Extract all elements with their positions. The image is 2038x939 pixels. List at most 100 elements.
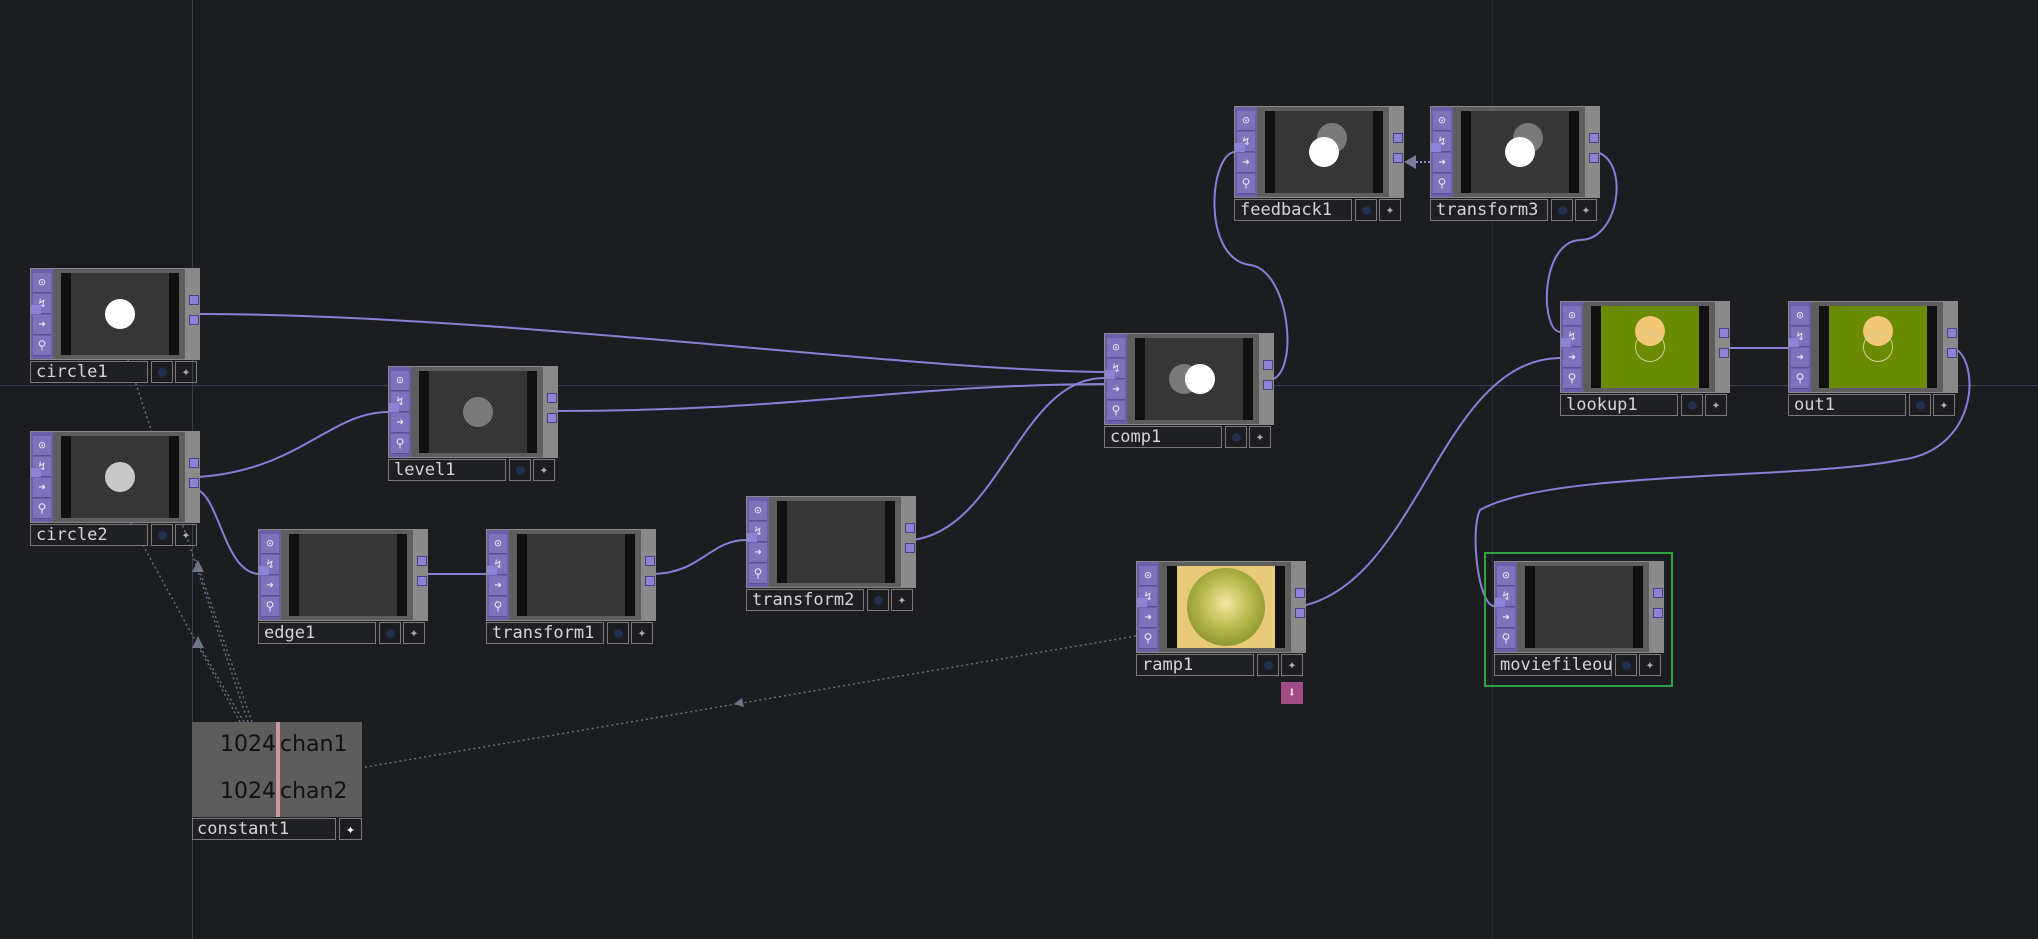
transform3-body[interactable]: ⊙ ↯ ➜ ⚲ xyxy=(1430,106,1600,198)
display-flag-icon[interactable] xyxy=(1615,654,1637,676)
lock-icon[interactable]: ⚲ xyxy=(261,597,279,617)
display-flag-icon[interactable] xyxy=(607,622,629,644)
node-name-label[interactable]: transform3 xyxy=(1430,199,1548,221)
edge1-node[interactable]: ⊙ ↯ ➜ ⚲ edge1 ✦ xyxy=(258,529,428,647)
lock-icon[interactable]: ⚲ xyxy=(489,597,507,617)
node-viewer[interactable] xyxy=(517,534,635,616)
node-viewer[interactable] xyxy=(1819,306,1937,388)
bypass-icon[interactable]: ➜ xyxy=(391,413,409,433)
bypass-icon[interactable]: ➜ xyxy=(1791,348,1809,368)
lock-icon[interactable]: ⚲ xyxy=(33,336,51,356)
lock-icon[interactable]: ⚲ xyxy=(1497,629,1515,649)
output-connector[interactable] xyxy=(1263,380,1273,390)
bypass-icon[interactable]: ➜ xyxy=(1139,608,1157,628)
render-flag-icon[interactable]: ✦ xyxy=(1281,654,1303,676)
lock-icon[interactable]: ⚲ xyxy=(1107,401,1125,421)
feedback1-body[interactable]: ⊙ ↯ ➜ ⚲ xyxy=(1234,106,1404,198)
bypass-icon[interactable]: ➜ xyxy=(1497,608,1515,628)
comp1-body[interactable]: ⊙ ↯ ➜ ⚲ xyxy=(1104,333,1274,425)
output-connector[interactable] xyxy=(1653,608,1663,618)
render-flag-icon[interactable]: ✦ xyxy=(1705,394,1727,416)
node-viewer[interactable] xyxy=(1461,111,1579,193)
output-connector[interactable] xyxy=(417,556,427,566)
output-connector[interactable] xyxy=(1393,153,1403,163)
output-connector[interactable] xyxy=(1589,153,1599,163)
node-name-label[interactable]: constant1 xyxy=(192,818,336,840)
node-viewer[interactable] xyxy=(61,436,179,518)
render-flag-icon[interactable]: ✦ xyxy=(631,622,653,644)
input-connector[interactable] xyxy=(259,566,269,575)
ramp1-body[interactable]: ⊙ ↯ ➜ ⚲ xyxy=(1136,561,1306,653)
output-connector[interactable] xyxy=(1719,348,1729,358)
lock-icon[interactable]: ⚲ xyxy=(1791,369,1809,389)
input-connector[interactable] xyxy=(487,566,497,575)
viewer-icon[interactable]: ⊙ xyxy=(749,501,767,521)
node-name-label[interactable]: edge1 xyxy=(258,622,376,644)
render-flag-icon[interactable]: ✦ xyxy=(1575,199,1597,221)
cook-pending-icon[interactable]: ⬇ xyxy=(1281,682,1303,704)
output-connector[interactable] xyxy=(547,413,557,423)
display-flag-icon[interactable] xyxy=(1551,199,1573,221)
render-flag-icon[interactable]: ✦ xyxy=(891,589,913,611)
output-connector[interactable] xyxy=(189,295,199,305)
transform1-body[interactable]: ⊙ ↯ ➜ ⚲ xyxy=(486,529,656,621)
bypass-icon[interactable]: ➜ xyxy=(749,543,767,563)
render-flag-icon[interactable]: ✦ xyxy=(1249,426,1271,448)
lock-icon[interactable]: ⚲ xyxy=(749,564,767,584)
output-connector[interactable] xyxy=(1295,608,1305,618)
circle1-body[interactable]: ⊙ ↯ ➜ ⚲ xyxy=(30,268,200,360)
level1-body[interactable]: ⊙ ↯ ➜ ⚲ xyxy=(388,366,558,458)
output-connector[interactable] xyxy=(189,458,199,468)
input-connector[interactable] xyxy=(389,403,399,412)
constant1-node[interactable]: 1024 chan1 1024 chan2 constant1 ✦ xyxy=(192,722,362,842)
node-viewer[interactable] xyxy=(1525,566,1643,648)
display-flag-icon[interactable] xyxy=(1355,199,1377,221)
circle2-body[interactable]: ⊙ ↯ ➜ ⚲ xyxy=(30,431,200,523)
bypass-icon[interactable]: ➜ xyxy=(33,315,51,335)
bypass-icon[interactable]: ➜ xyxy=(489,576,507,596)
output-connector[interactable] xyxy=(1947,328,1957,338)
lookup1-body[interactable]: ⊙ ↯ ➜ ⚲ xyxy=(1560,301,1730,393)
out1-body[interactable]: ⊙ ↯ ➜ ⚲ xyxy=(1788,301,1958,393)
output-connector[interactable] xyxy=(905,543,915,553)
node-name-label[interactable]: circle2 xyxy=(30,524,148,546)
node-viewer[interactable] xyxy=(1167,566,1285,648)
input-connector[interactable] xyxy=(1561,338,1571,347)
lock-icon[interactable]: ⚲ xyxy=(1139,629,1157,649)
bypass-icon[interactable]: ➜ xyxy=(1107,380,1125,400)
viewer-icon[interactable]: ⊙ xyxy=(261,534,279,554)
transform2-body[interactable]: ⊙ ↯ ➜ ⚲ xyxy=(746,496,916,588)
node-viewer[interactable] xyxy=(61,273,179,355)
output-connector[interactable] xyxy=(189,315,199,325)
display-flag-icon[interactable] xyxy=(151,361,173,383)
display-flag-icon[interactable] xyxy=(867,589,889,611)
feedback1-node[interactable]: ⊙ ↯ ➜ ⚲ feedback1 ✦ xyxy=(1234,106,1404,224)
comp1-node[interactable]: ⊙ ↯ ➜ ⚲ comp1 ✦ xyxy=(1104,333,1274,451)
out1-node[interactable]: ⊙ ↯ ➜ ⚲ out1 ✦ xyxy=(1788,301,1958,419)
input-connector[interactable] xyxy=(1235,143,1245,152)
display-flag-icon[interactable] xyxy=(509,459,531,481)
input-connector[interactable] xyxy=(747,533,757,542)
input-connector[interactable] xyxy=(31,468,41,477)
output-connector[interactable] xyxy=(1653,588,1663,598)
transform3-node[interactable]: ⊙ ↯ ➜ ⚲ transform3 ✦ xyxy=(1430,106,1600,224)
transform1-node[interactable]: ⊙ ↯ ➜ ⚲ transform1 ✦ xyxy=(486,529,656,647)
node-name-label[interactable]: lookup1 xyxy=(1560,394,1678,416)
render-flag-icon[interactable]: ✦ xyxy=(1933,394,1955,416)
node-viewer[interactable] xyxy=(419,371,537,453)
node-name-label[interactable]: feedback1 xyxy=(1234,199,1352,221)
display-flag-icon[interactable] xyxy=(1257,654,1279,676)
edge1-body[interactable]: ⊙ ↯ ➜ ⚲ xyxy=(258,529,428,621)
viewer-icon[interactable]: ⊙ xyxy=(33,273,51,293)
lock-icon[interactable]: ⚲ xyxy=(1563,369,1581,389)
lock-icon[interactable]: ⚲ xyxy=(391,434,409,454)
output-connector[interactable] xyxy=(547,393,557,403)
node-viewer[interactable] xyxy=(289,534,407,616)
node-viewer[interactable] xyxy=(1591,306,1709,388)
lookup1-node[interactable]: ⊙ ↯ ➜ ⚲ lookup1 ✦ xyxy=(1560,301,1730,419)
node-name-label[interactable]: comp1 xyxy=(1104,426,1222,448)
input-connector[interactable] xyxy=(31,305,41,314)
lock-icon[interactable]: ⚲ xyxy=(1237,174,1255,194)
output-connector[interactable] xyxy=(1295,588,1305,598)
viewer-icon[interactable]: ⊙ xyxy=(1139,566,1157,586)
